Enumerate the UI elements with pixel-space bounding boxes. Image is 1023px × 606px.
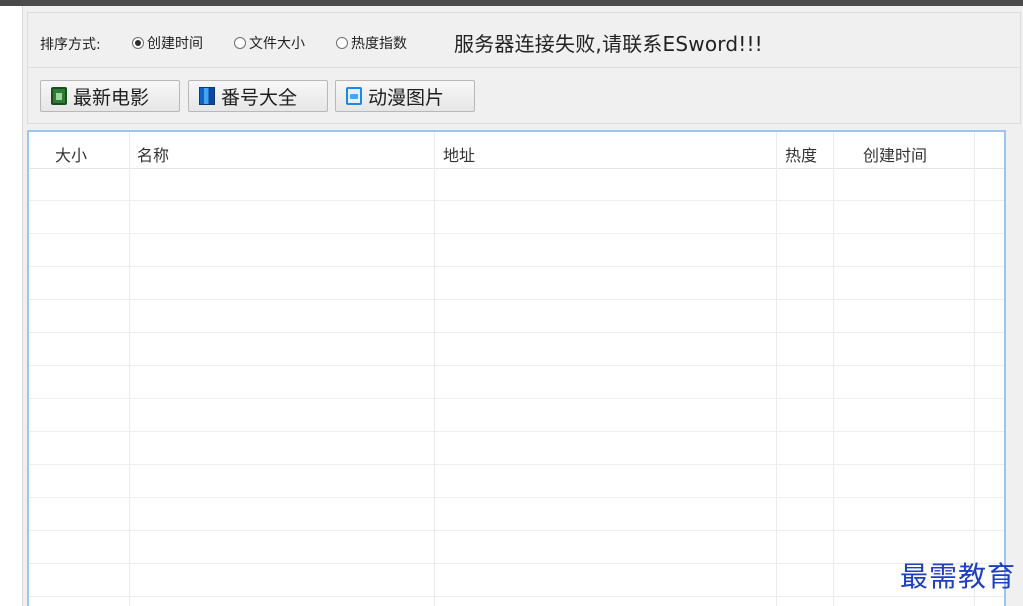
sort-option-file-size[interactable]: 文件大小 [234,33,305,53]
sort-bar: 排序方式: 创建时间 文件大小 热度指数 服务器连接失败,请联系ESword!!… [27,12,1021,68]
sort-option-popularity[interactable]: 热度指数 [336,33,407,53]
row-divider [29,497,1004,498]
watermark-text: 最需教育 [900,560,1017,593]
row-divider [29,563,1004,564]
film-icon [51,87,67,105]
radio-checked-icon [132,37,144,49]
sort-option-label: 创建时间 [147,36,203,52]
latest-movies-button[interactable]: 最新电影 [40,80,180,112]
anime-pictures-button[interactable]: 动漫图片 [335,80,475,112]
row-divider [29,464,1004,465]
row-divider [29,266,1004,267]
column-divider [776,132,777,606]
sort-option-label: 文件大小 [249,36,305,52]
app-window: 排序方式: 创建时间 文件大小 热度指数 服务器连接失败,请联系ESword!!… [22,6,1023,606]
code-list-button[interactable]: 番号大全 [188,80,328,112]
row-divider [29,431,1004,432]
results-table[interactable]: 大小 名称 地址 热度 创建时间 [27,130,1006,606]
column-header-size[interactable]: 大小 [55,142,87,166]
radio-unchecked-icon [234,37,246,49]
sort-label: 排序方式: [40,37,101,53]
button-label: 最新电影 [73,86,150,109]
row-divider [29,299,1004,300]
column-header-name[interactable]: 名称 [137,142,169,166]
picture-icon [346,87,362,105]
row-divider [29,530,1004,531]
column-header-created-time[interactable]: 创建时间 [863,142,927,166]
row-divider [29,200,1004,201]
row-divider [29,596,1004,597]
column-divider [129,132,130,606]
row-divider [29,332,1004,333]
radio-unchecked-icon [336,37,348,49]
column-divider [434,132,435,606]
table-header: 大小 名称 地址 热度 创建时间 [29,132,1004,169]
button-label: 动漫图片 [368,86,445,109]
row-divider [29,365,1004,366]
status-message: 服务器连接失败,请联系ESword!!! [454,32,763,56]
row-divider [29,398,1004,399]
toolbar: 最新电影 番号大全 动漫图片 [27,68,1021,124]
sort-option-label: 热度指数 [351,36,407,52]
button-label: 番号大全 [221,86,298,109]
sort-option-created-time[interactable]: 创建时间 [132,33,203,53]
column-divider [833,132,834,606]
grid-icon [199,87,215,105]
row-divider [29,233,1004,234]
column-header-popularity[interactable]: 热度 [785,142,817,166]
column-header-address[interactable]: 地址 [443,142,475,166]
column-divider [974,132,975,606]
